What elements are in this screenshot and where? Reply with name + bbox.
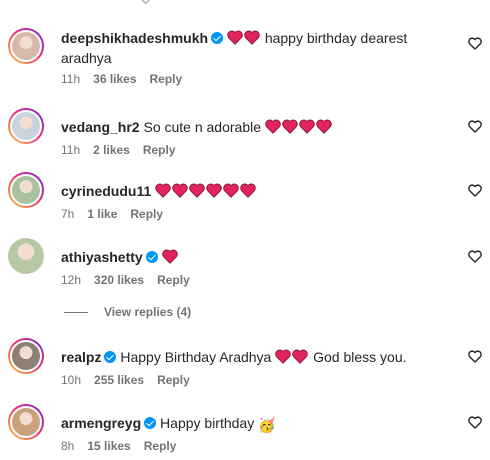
- comment-body: vedang_hr2 So cute n adorable: [61, 117, 441, 137]
- like-comment-button[interactable]: [468, 350, 482, 363]
- red-heart-emoji: [223, 183, 239, 198]
- comment-body: cyrinedudu11: [61, 181, 441, 201]
- comment-meta: 12h 320 likes Reply: [61, 272, 203, 288]
- comment-likes[interactable]: 15 likes: [87, 439, 130, 453]
- avatar-image: [10, 30, 42, 62]
- red-heart-emoji: [240, 183, 256, 198]
- avatar-image: [10, 340, 42, 372]
- avatar-image: [10, 174, 42, 206]
- comment-text: happy birthday dearest: [264, 30, 408, 46]
- comment-meta: 8h 15 likes Reply: [61, 438, 189, 454]
- red-heart-emoji: [299, 119, 315, 134]
- avatar[interactable]: [8, 172, 44, 208]
- view-replies-label[interactable]: View replies (4): [104, 305, 191, 319]
- avatar-image: [10, 110, 42, 142]
- comment-body: deepshikhadeshmukh happy birthday deares…: [61, 28, 441, 68]
- like-comment-button[interactable]: [468, 184, 482, 197]
- red-heart-emoji: [172, 183, 188, 198]
- comment-text-line2: aradhya: [61, 50, 112, 66]
- comment-text: Happy birthday: [160, 415, 255, 431]
- red-heart-emoji: [161, 249, 178, 264]
- comment-likes[interactable]: 2 likes: [93, 143, 130, 157]
- verified-badge-icon: [144, 417, 157, 429]
- red-heart-emoji: [292, 349, 308, 364]
- avatar[interactable]: [8, 404, 44, 440]
- comment-username[interactable]: armengreyg: [61, 415, 141, 431]
- view-replies[interactable]: View replies (4): [64, 303, 191, 321]
- red-heart-emoji: [316, 119, 332, 134]
- avatar[interactable]: [8, 108, 44, 144]
- red-heart-emoji: [227, 30, 243, 45]
- reply-button[interactable]: Reply: [150, 72, 183, 86]
- like-comment-button[interactable]: [468, 416, 482, 429]
- comment-likes[interactable]: 36 likes: [93, 72, 136, 86]
- comment-likes[interactable]: 1 like: [87, 207, 117, 221]
- comment-time[interactable]: 11h: [61, 72, 80, 86]
- partying-face-emoji: 🥳: [258, 417, 276, 433]
- comment-body: armengreyg Happy birthday 🥳: [61, 413, 441, 435]
- reply-button[interactable]: Reply: [144, 439, 177, 453]
- avatar[interactable]: [8, 238, 44, 274]
- comment-likes[interactable]: 320 likes: [94, 273, 144, 287]
- comment-time[interactable]: 10h: [61, 373, 81, 387]
- comment-username[interactable]: deepshikhadeshmukh: [61, 30, 208, 46]
- like-comment-button[interactable]: [468, 250, 482, 263]
- comment-meta: 11h 2 likes Reply: [61, 142, 189, 158]
- replies-divider: [64, 311, 88, 313]
- comment-time[interactable]: 8h: [61, 439, 74, 453]
- verified-badge-icon: [104, 351, 117, 363]
- avatar[interactable]: [8, 28, 44, 64]
- red-heart-emoji: [244, 30, 260, 45]
- comment-meta: 10h 255 likes Reply: [61, 372, 203, 388]
- comment-username[interactable]: athiyashetty: [61, 249, 143, 265]
- comment-meta: 7h 1 like Reply: [61, 206, 176, 222]
- comment-body: athiyashetty: [61, 247, 441, 267]
- comment-text-after: God bless you.: [313, 349, 407, 365]
- avatar-image: [10, 406, 42, 438]
- reply-button[interactable]: Reply: [143, 143, 176, 157]
- comment-username[interactable]: vedang_hr2: [61, 119, 140, 135]
- red-heart-emoji: [265, 119, 281, 134]
- red-heart-emoji: [155, 183, 171, 198]
- red-heart-emoji: [206, 183, 222, 198]
- comment-username[interactable]: realpz: [61, 349, 101, 365]
- like-comment-button[interactable]: [468, 120, 482, 133]
- comment-time[interactable]: 12h: [61, 273, 81, 287]
- comment-body: realpz Happy Birthday Aradhya God bless …: [61, 347, 441, 367]
- red-heart-emoji: [275, 349, 291, 364]
- avatar[interactable]: [8, 338, 44, 374]
- comment-time[interactable]: 11h: [61, 143, 80, 157]
- previous-comment-edge: [0, 0, 490, 5]
- comment-username[interactable]: cyrinedudu11: [61, 183, 151, 199]
- comment-text: So cute n adorable: [143, 119, 262, 135]
- chevron-fragment-icon: [140, 0, 153, 5]
- verified-badge-icon: [145, 251, 158, 263]
- avatar-image: [8, 238, 44, 274]
- reply-button[interactable]: Reply: [157, 273, 190, 287]
- red-heart-emoji: [282, 119, 298, 134]
- comment-likes[interactable]: 255 likes: [94, 373, 144, 387]
- verified-badge-icon: [211, 32, 224, 44]
- reply-button[interactable]: Reply: [130, 207, 163, 221]
- comment-time[interactable]: 7h: [61, 207, 74, 221]
- reply-button[interactable]: Reply: [157, 373, 190, 387]
- red-heart-emoji: [189, 183, 205, 198]
- comment-text: Happy Birthday Aradhya: [120, 349, 272, 365]
- comment-meta: 11h 36 likes Reply: [61, 71, 195, 87]
- like-comment-button[interactable]: [468, 37, 482, 50]
